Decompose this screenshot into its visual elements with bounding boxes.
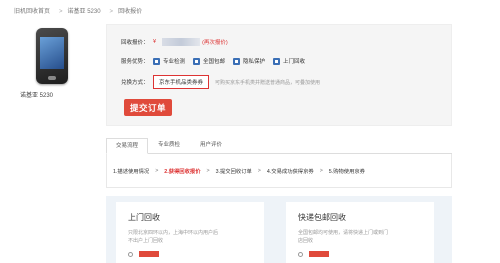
phone-button <box>48 76 56 80</box>
exchange-method-option[interactable]: 京东手机品类券券 <box>153 75 210 89</box>
card-title: 快递包邮回收 <box>298 213 346 222</box>
lock-icon <box>233 57 241 65</box>
breadcrumb: 旧机回收首页 > 诺基亚 5230 > 回收报价 <box>14 6 146 15</box>
radio-button[interactable] <box>298 251 303 257</box>
mail-recycle-card[interactable]: 快递包邮回收 全国包邮均可使用，请将快递上门或到门店回收 <box>286 202 434 263</box>
quote-row: 回收报价： ¥ (再次报价) <box>121 38 228 46</box>
breadcrumb-product[interactable]: 诺基亚 5230 <box>68 9 101 15</box>
card-action <box>298 251 422 257</box>
breadcrumb-separator: > <box>109 9 114 15</box>
process-steps: 1.描述使用情况 > 2.获得回收报价 > 3.提交回收订单 > 4.交易成功获得京券… <box>106 154 452 188</box>
tab-reviews[interactable]: 用户评价 <box>190 138 232 153</box>
quote-price-redacted <box>162 38 201 46</box>
step-3: 3.提交回收订单 <box>215 168 252 175</box>
services-row: 服务优势： 专业检测 全国包邮 隐私保护 上门回收 <box>121 57 313 65</box>
step-2: 2.获得回收报价 <box>164 168 201 175</box>
page: 旧机回收首页 > 诺基亚 5230 > 回收报价 诺基亚 5230 回收报价： ¥ (再… <box>0 0 500 263</box>
phone-screen <box>40 37 64 69</box>
method-label: 兑换方式： <box>121 80 149 86</box>
tab-process[interactable]: 交易流程 <box>106 138 148 154</box>
step-arrow: > <box>319 167 323 174</box>
select-tag[interactable] <box>139 251 159 257</box>
service-item: 专业检测 <box>153 57 185 65</box>
quote-label: 回收报价： <box>121 40 149 46</box>
radio-button[interactable] <box>128 251 133 257</box>
submit-order-button[interactable]: 提交订单 <box>124 99 172 116</box>
breadcrumb-home[interactable]: 旧机回收首页 <box>14 9 50 15</box>
card-desc: 全国包邮均可使用，请将快递上门或到门店回收 <box>298 230 389 244</box>
method-hint: 可购买京东手机类并赠送普通商品，可叠加使用 <box>215 79 321 86</box>
product-name: 诺基亚 5230 <box>20 93 54 99</box>
step-arrow: > <box>155 167 159 174</box>
card-title: 上门回收 <box>128 213 160 222</box>
card-action <box>128 251 252 257</box>
home-icon <box>273 57 281 65</box>
step-arrow: > <box>257 167 261 174</box>
product-card: 诺基亚 5230 <box>20 24 90 104</box>
tab-bar: 交易流程 专业质检 用户评价 <box>106 138 452 154</box>
door-recycle-card[interactable]: 上门回收 只限北京四环以内，上海中环以内用户后不出户上门回收 <box>116 202 264 263</box>
requote-link[interactable]: (再次报价) <box>202 38 228 46</box>
recycle-methods-section: 上门回收 只限北京四环以内，上海中环以内用户后不出户上门回收 快递包邮回收 全国… <box>106 196 452 263</box>
step-arrow: > <box>206 167 210 174</box>
select-tag[interactable] <box>309 251 329 257</box>
tab-inspection[interactable]: 专业质检 <box>148 138 190 153</box>
service-item: 上门回收 <box>273 57 305 65</box>
step-4: 4.交易成功获得京券 <box>266 168 314 175</box>
truck-icon <box>193 57 201 65</box>
method-row: 兑换方式： 京东手机品类券券 可购买京东手机类并赠送普通商品，可叠加使用 <box>121 75 320 89</box>
shield-icon <box>153 57 160 65</box>
step-5: 5.购物使用京券 <box>328 168 365 175</box>
breadcrumb-separator: > <box>59 9 63 15</box>
breadcrumb-current: 回收报价 <box>118 9 143 15</box>
product-image <box>36 28 68 84</box>
service-item: 隐私保护 <box>233 57 265 65</box>
service-item: 全国包邮 <box>193 57 225 65</box>
services-label: 服务优势： <box>121 59 149 65</box>
card-desc: 只限北京四环以内，上海中环以内用户后不出户上门回收 <box>128 230 219 244</box>
step-1: 1.描述使用情况 <box>113 168 150 175</box>
